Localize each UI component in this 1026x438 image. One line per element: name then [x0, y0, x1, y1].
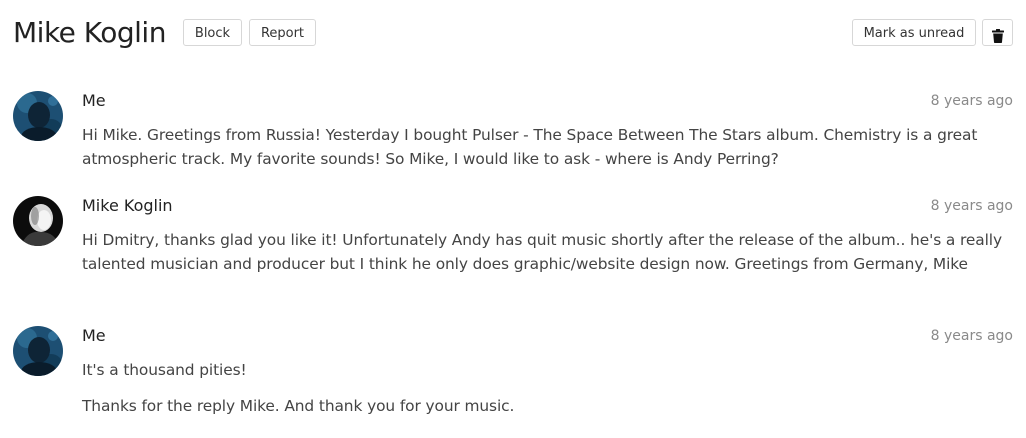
user-avatar-icon: [13, 196, 63, 246]
message-timestamp: 8 years ago: [930, 198, 1013, 214]
message-item: Me 8 years ago It's a thousand pities! T…: [13, 326, 1013, 436]
block-button[interactable]: Block: [183, 19, 242, 46]
avatar[interactable]: [13, 91, 63, 141]
message-body: It's a thousand pities! Thanks for the r…: [82, 358, 1013, 430]
mark-as-unread-button[interactable]: Mark as unread: [852, 19, 976, 46]
message-text: Hi Mike. Greetings from Russia! Yesterda…: [82, 126, 978, 168]
avatar[interactable]: [13, 196, 63, 246]
message-timestamp: 8 years ago: [930, 93, 1013, 109]
message-text: Hi Dmitry, thanks glad you like it! Unfo…: [82, 231, 1002, 273]
message-timestamp: 8 years ago: [930, 328, 1013, 344]
conversation-header: Mike Koglin Block Report Mark as unread: [13, 14, 1013, 54]
message-item: Mike Koglin 8 years ago Hi Dmitry, thank…: [13, 196, 1013, 311]
message-author[interactable]: Mike Koglin: [82, 196, 173, 216]
message-body: Hi Mike. Greetings from Russia! Yesterda…: [82, 123, 1013, 183]
message-text: Thanks for the reply Mike. And thank you…: [82, 397, 515, 415]
message-text: It's a thousand pities!: [82, 361, 247, 379]
user-avatar-icon: [13, 326, 63, 376]
message-body: Hi Dmitry, thanks glad you like it! Unfo…: [82, 228, 1013, 288]
user-avatar-icon: [13, 91, 63, 141]
report-button[interactable]: Report: [249, 19, 316, 46]
message-item: Me 8 years ago Hi Mike. Greetings from R…: [13, 91, 1013, 181]
avatar[interactable]: [13, 326, 63, 376]
page-title: Mike Koglin: [13, 16, 166, 49]
message-author[interactable]: Me: [82, 91, 106, 111]
delete-button[interactable]: [982, 19, 1013, 46]
trash-icon: [991, 28, 1004, 43]
message-author[interactable]: Me: [82, 326, 106, 346]
